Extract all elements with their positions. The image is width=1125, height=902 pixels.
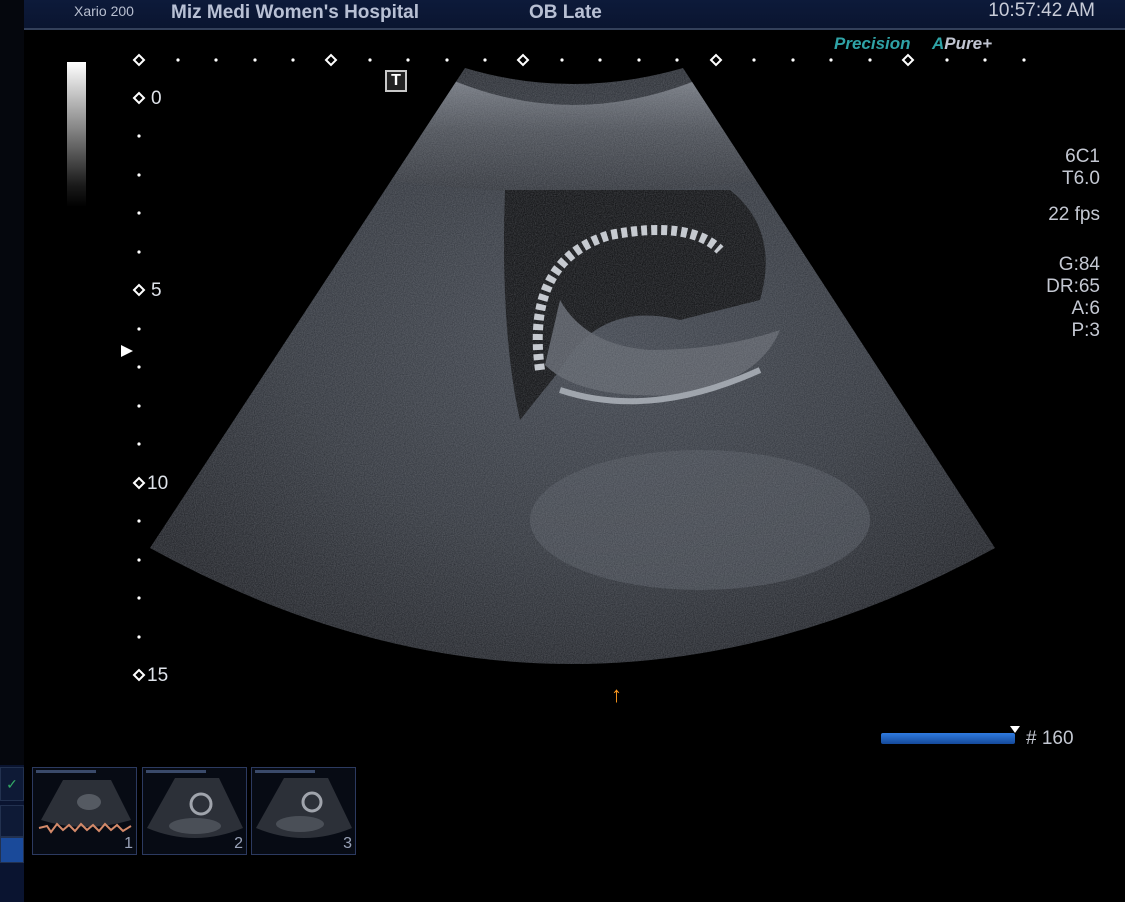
depth-major-0 [132, 91, 146, 105]
top-scale-tick [637, 58, 641, 62]
depth-tick [137, 134, 141, 138]
arrow-up-icon: ↑ [611, 682, 622, 707]
thumbnail-number: 3 [343, 835, 352, 852]
top-scale-major-5 [901, 53, 915, 67]
apure-plus: + [982, 34, 993, 53]
depth-tick [137, 635, 141, 639]
depth-tick [137, 519, 141, 523]
depth-tick [137, 211, 141, 215]
depth-scale [132, 91, 146, 682]
depth-label-15: 15 [147, 665, 169, 686]
thumbnail-number: 1 [124, 835, 133, 852]
top-scale-major-1 [132, 53, 146, 67]
depth-tick [137, 365, 141, 369]
a-value: A:6 [1071, 298, 1100, 319]
gain-value: G:84 [1058, 254, 1100, 275]
top-scale-tick [560, 58, 564, 62]
top-scale-tick [368, 58, 372, 62]
thumbnail-1[interactable]: 1 [32, 767, 137, 855]
top-scale-tick [253, 58, 257, 62]
top-scale-tick [291, 58, 295, 62]
top-scale-major-2 [324, 53, 338, 67]
depth-tick [137, 250, 141, 254]
depth-tick [137, 442, 141, 446]
top-scale-tick [791, 58, 795, 62]
depth-tick [137, 327, 141, 331]
thumbnail-2[interactable]: 2 [142, 767, 247, 855]
top-scale-tick [176, 58, 180, 62]
focus-triangle-icon[interactable] [121, 345, 133, 357]
dynamic-range: DR:65 [1046, 276, 1100, 297]
top-scale-major-4 [709, 53, 723, 67]
frame-rate: 22 fps [1048, 204, 1100, 225]
depth-major-10 [132, 476, 146, 490]
top-scale-major-3 [516, 53, 530, 67]
apure-logo: APure+ [932, 34, 992, 54]
cine-frame-number: # 160 [1026, 728, 1074, 749]
thumbnail-3[interactable]: 3 [251, 767, 356, 855]
top-scale [132, 53, 1026, 67]
top-scale-tick [406, 58, 410, 62]
speckle-texture [150, 68, 995, 664]
top-scale-tick [1022, 58, 1026, 62]
top-scale-tick [945, 58, 949, 62]
thumbnail-number: 2 [234, 835, 243, 852]
top-scale-tick [598, 58, 602, 62]
top-scale-tick [829, 58, 833, 62]
cine-handle-icon[interactable] [1010, 726, 1020, 733]
depth-tick [137, 558, 141, 562]
cine-progress-bar[interactable] [881, 733, 1015, 744]
top-scale-tick [983, 58, 987, 62]
apure-pure: Pure [944, 34, 983, 53]
top-scale-tick [445, 58, 449, 62]
depth-tick [137, 404, 141, 408]
transducer-orientation-icon: T [385, 70, 407, 92]
probe-name: 6C1 [1065, 146, 1100, 167]
top-scale-tick [483, 58, 487, 62]
depth-label-0: 0 [151, 88, 162, 109]
p-value: P:3 [1071, 320, 1100, 341]
precision-logo: Precision [834, 34, 911, 53]
depth-tick [137, 173, 141, 177]
depth-label-10: 10 [147, 473, 169, 494]
apure-a: A [932, 34, 945, 53]
imaging-parameters: 6C1 T6.0 22 fps G:84 DR:65 A:6 P:3 [1046, 146, 1100, 342]
depth-major-5 [132, 283, 146, 297]
top-scale-tick [752, 58, 756, 62]
top-scale-tick [868, 58, 872, 62]
depth-label-5: 5 [151, 280, 162, 301]
depth-major-15 [132, 668, 146, 682]
top-scale-tick [675, 58, 679, 62]
thi-frequency: T6.0 [1061, 168, 1100, 189]
depth-tick [137, 596, 141, 600]
top-scale-tick [214, 58, 218, 62]
